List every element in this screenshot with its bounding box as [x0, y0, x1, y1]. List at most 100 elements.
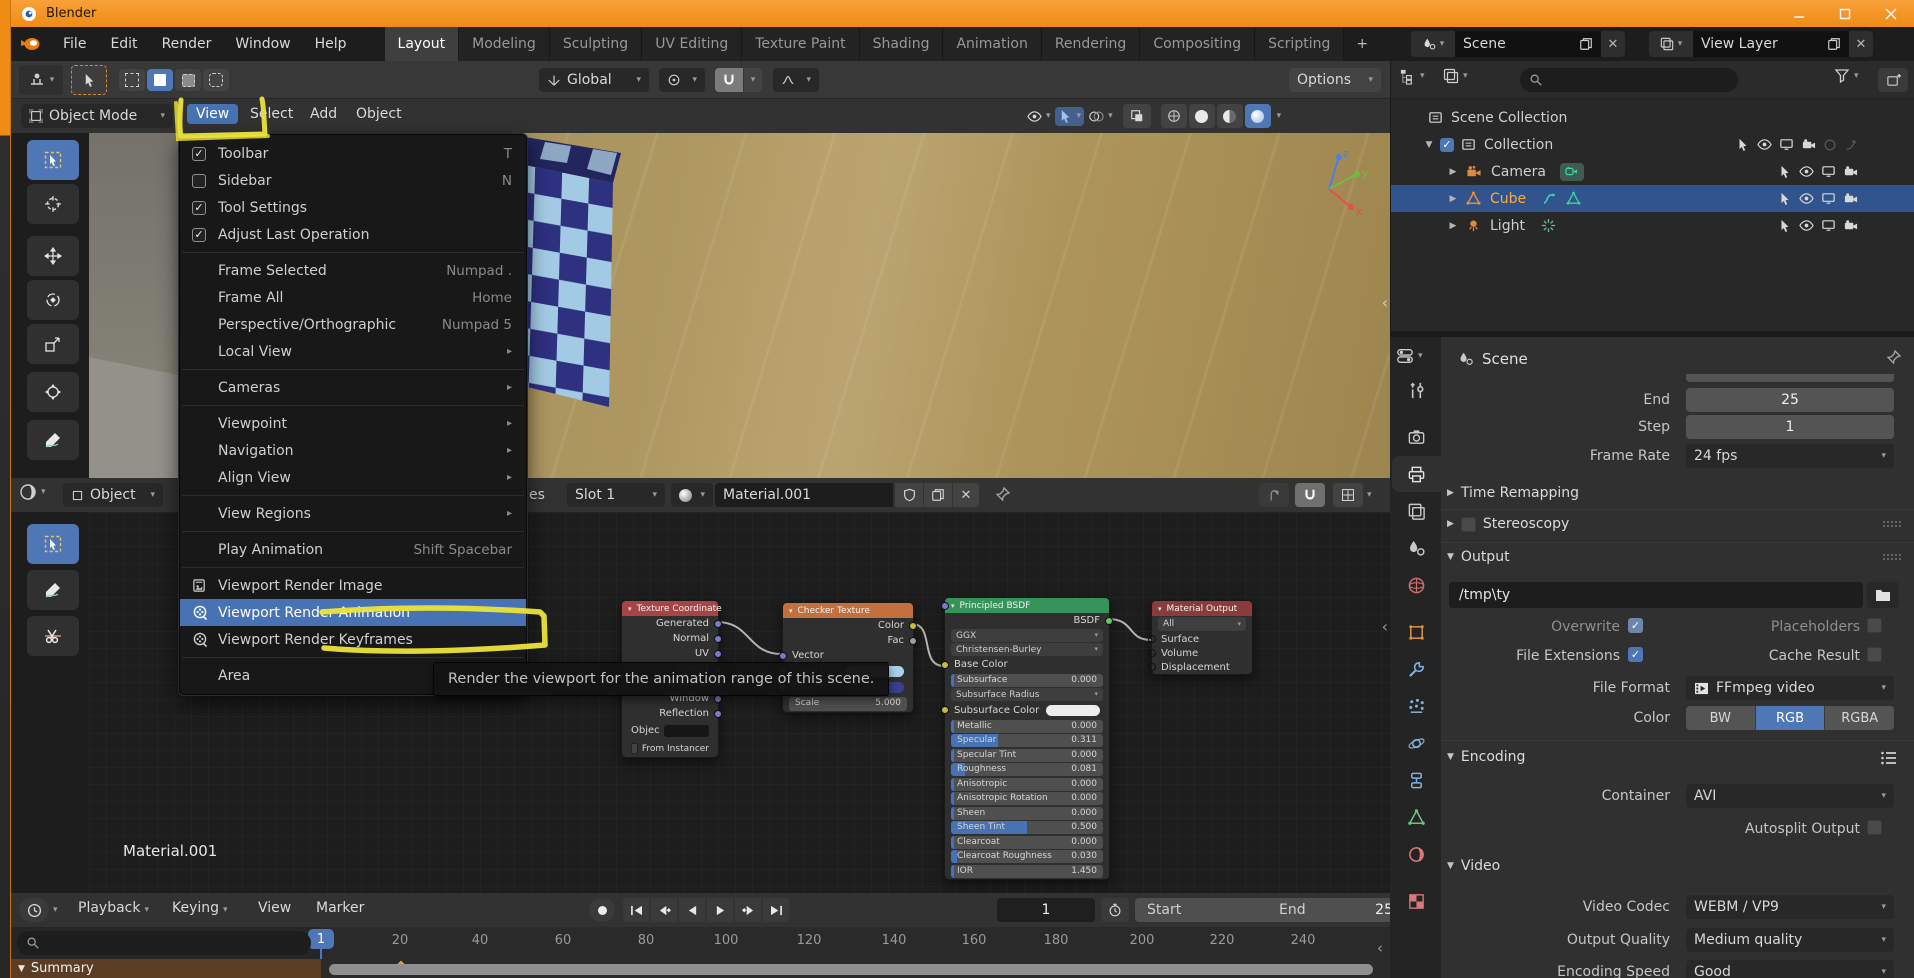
- editor-type-outliner-dropdown[interactable]: ▾: [1399, 68, 1425, 85]
- hide-icon[interactable]: [1799, 218, 1814, 233]
- tab-output[interactable]: [1392, 456, 1441, 492]
- outliner-row-scene-collection[interactable]: Scene Collection: [1391, 104, 1914, 131]
- end-field[interactable]: 25: [1686, 388, 1894, 412]
- checker-cube[interactable]: [509, 135, 629, 425]
- indirect-only-icon[interactable]: [1844, 138, 1858, 152]
- principled-slider[interactable]: Anisotropic 0.000: [951, 777, 1103, 791]
- node-header[interactable]: ▾ Principled BSDF: [945, 598, 1109, 613]
- menu-item-viewport-render-keyframes[interactable]: Viewport Render Keyframes: [180, 626, 526, 653]
- pin-icon[interactable]: [995, 486, 1011, 502]
- principled-slider[interactable]: Sheen Tint 0.500: [951, 821, 1103, 834]
- node-snap-button[interactable]: [1295, 483, 1325, 507]
- workspace-tab[interactable]: Shading: [859, 27, 944, 61]
- overlays-dropdown[interactable]: ▾: [1088, 109, 1113, 124]
- shading-wireframe-button[interactable]: [1160, 104, 1187, 128]
- expand-icon[interactable]: ▼: [1424, 140, 1434, 150]
- shader-collapse-handle[interactable]: ‹: [1382, 617, 1388, 636]
- menu-item-perspective-orthographic[interactable]: Perspective/Orthographic Numpad 5: [180, 311, 526, 338]
- unlink-material-button[interactable]: ✕: [953, 483, 979, 507]
- copy-material-button[interactable]: [924, 483, 952, 507]
- input-socket[interactable]: [1148, 663, 1156, 671]
- holdout-icon[interactable]: [1823, 138, 1837, 152]
- autosplit-checkbox[interactable]: [1867, 820, 1882, 835]
- shading-material-button[interactable]: [1216, 104, 1243, 128]
- scale-slider[interactable]: Scale 5.000: [789, 696, 907, 711]
- hide-icon[interactable]: [1799, 164, 1814, 179]
- node-input-row[interactable]: Displacement: [1148, 660, 1252, 674]
- jump-to-start-button[interactable]: [623, 898, 649, 922]
- principled-slider[interactable]: Sheen 0.000: [951, 806, 1103, 820]
- material-browse-dropdown[interactable]: ▾: [671, 483, 713, 507]
- subsurface-color-swatch[interactable]: [1046, 704, 1100, 716]
- view-layer-name-field[interactable]: View Layer: [1693, 31, 1849, 57]
- new-scene-icon[interactable]: [1579, 37, 1593, 51]
- node-tool-select[interactable]: [27, 524, 79, 564]
- node-tool-annotate[interactable]: [27, 570, 79, 610]
- topbar-menu-item[interactable]: File: [51, 36, 98, 52]
- frame-rate-dropdown[interactable]: 24 fps ▾: [1686, 444, 1894, 468]
- color-bw-button[interactable]: BW: [1686, 706, 1756, 730]
- principled-slider[interactable]: IOR 1.450: [951, 864, 1103, 878]
- editor-type-timeline-dropdown[interactable]: ▾: [19, 898, 58, 922]
- panel-encoding[interactable]: ▼ Encoding: [1447, 749, 1525, 765]
- menu-item-align-view[interactable]: Align View ▸: [180, 464, 526, 491]
- node-checkbox[interactable]: [631, 743, 638, 754]
- object-eyedropper-field[interactable]: [663, 724, 709, 737]
- workspace-tab[interactable]: Layout: [384, 27, 460, 61]
- topbar-menu-item[interactable]: Render: [150, 36, 224, 52]
- viewport-disable-icon[interactable]: [1779, 137, 1794, 152]
- viewport-disable-icon[interactable]: [1821, 218, 1836, 233]
- menu-item-viewport-render-image[interactable]: Viewport Render Image: [180, 572, 526, 599]
- tab-object-data[interactable]: [1392, 799, 1441, 835]
- select-mode-tweak[interactable]: [119, 69, 145, 91]
- subsurface-color-row[interactable]: Subsurface Color: [941, 702, 1109, 718]
- new-view-layer-icon[interactable]: [1827, 37, 1841, 51]
- node-principled-bsdf[interactable]: ▾ Principled BSDF BSDF GGX ▾ Christensen-B…: [941, 597, 1113, 880]
- timeline-menu-playback[interactable]: Playback ▾: [69, 898, 158, 918]
- output-socket[interactable]: [714, 634, 722, 643]
- menu-item-viewpoint[interactable]: Viewpoint ▸: [180, 410, 526, 437]
- fac-output-row[interactable]: Fac: [783, 633, 917, 648]
- object-mode-dropdown[interactable]: Object Mode ▾: [21, 104, 173, 128]
- workspace-tab[interactable]: Rendering: [1041, 27, 1141, 61]
- color-rgba-button[interactable]: RGBA: [1825, 706, 1894, 730]
- selectable-icon[interactable]: [1778, 219, 1792, 233]
- node-header[interactable]: ▾ Material Output: [1152, 601, 1252, 616]
- scene-type-dropdown[interactable]: ▾: [1411, 31, 1455, 57]
- tab-physics[interactable]: [1392, 725, 1441, 761]
- menu-item-local-view[interactable]: Local View ▸: [180, 338, 526, 365]
- close-button[interactable]: [1868, 0, 1914, 27]
- color-output-row[interactable]: Color: [783, 618, 917, 633]
- node-overlay-dropdown[interactable]: ▾: [1333, 483, 1372, 507]
- bsdf-output-row[interactable]: BSDF: [945, 613, 1113, 628]
- selectable-icon[interactable]: [1778, 165, 1792, 179]
- add-workspace-button[interactable]: +: [1344, 36, 1380, 52]
- workspace-tab[interactable]: Texture Paint: [742, 27, 860, 61]
- xray-toggle[interactable]: [1122, 104, 1151, 128]
- menu-item-play-animation[interactable]: Play Animation Shift Spacebar: [180, 536, 526, 563]
- object-visibility-dropdown[interactable]: ▾: [1027, 109, 1051, 124]
- editor-type-properties-dropdown[interactable]: ▾: [1396, 347, 1423, 365]
- node-output-row[interactable]: Normal: [622, 631, 722, 646]
- menu-item-navigation[interactable]: Navigation ▸: [180, 437, 526, 464]
- viewport-menu-add[interactable]: Add: [301, 104, 346, 124]
- encoding-speed-dropdown[interactable]: Good ▾: [1686, 960, 1894, 978]
- new-collection-button[interactable]: [1878, 68, 1908, 92]
- menu-item-toolbar[interactable]: ✓ Toolbar T: [180, 140, 526, 167]
- expand-icon[interactable]: ▶: [1448, 167, 1458, 177]
- tab-texture[interactable]: [1392, 883, 1441, 919]
- file-extensions-checkbox[interactable]: ✓: [1628, 647, 1643, 662]
- viewport-menu-object[interactable]: Object: [347, 104, 411, 124]
- hide-icon[interactable]: [1799, 191, 1814, 206]
- base-color-row[interactable]: Base Color: [941, 657, 1109, 672]
- selectable-icon[interactable]: [1736, 138, 1750, 152]
- shading-solid-button[interactable]: [1188, 104, 1215, 128]
- timeline-menu-keying[interactable]: Keying ▾: [163, 898, 237, 918]
- video-codec-dropdown[interactable]: WEBM / VP9 ▾: [1686, 895, 1894, 919]
- viewport-disable-icon[interactable]: [1821, 191, 1836, 206]
- workspace-tab[interactable]: Compositing: [1140, 27, 1256, 61]
- menu-item-tool-settings[interactable]: ✓ Tool Settings: [180, 194, 526, 221]
- transform-orientation-dropdown[interactable]: Global ▾: [539, 68, 649, 92]
- tab-world[interactable]: [1392, 567, 1441, 603]
- tab-constraints[interactable]: [1392, 762, 1441, 798]
